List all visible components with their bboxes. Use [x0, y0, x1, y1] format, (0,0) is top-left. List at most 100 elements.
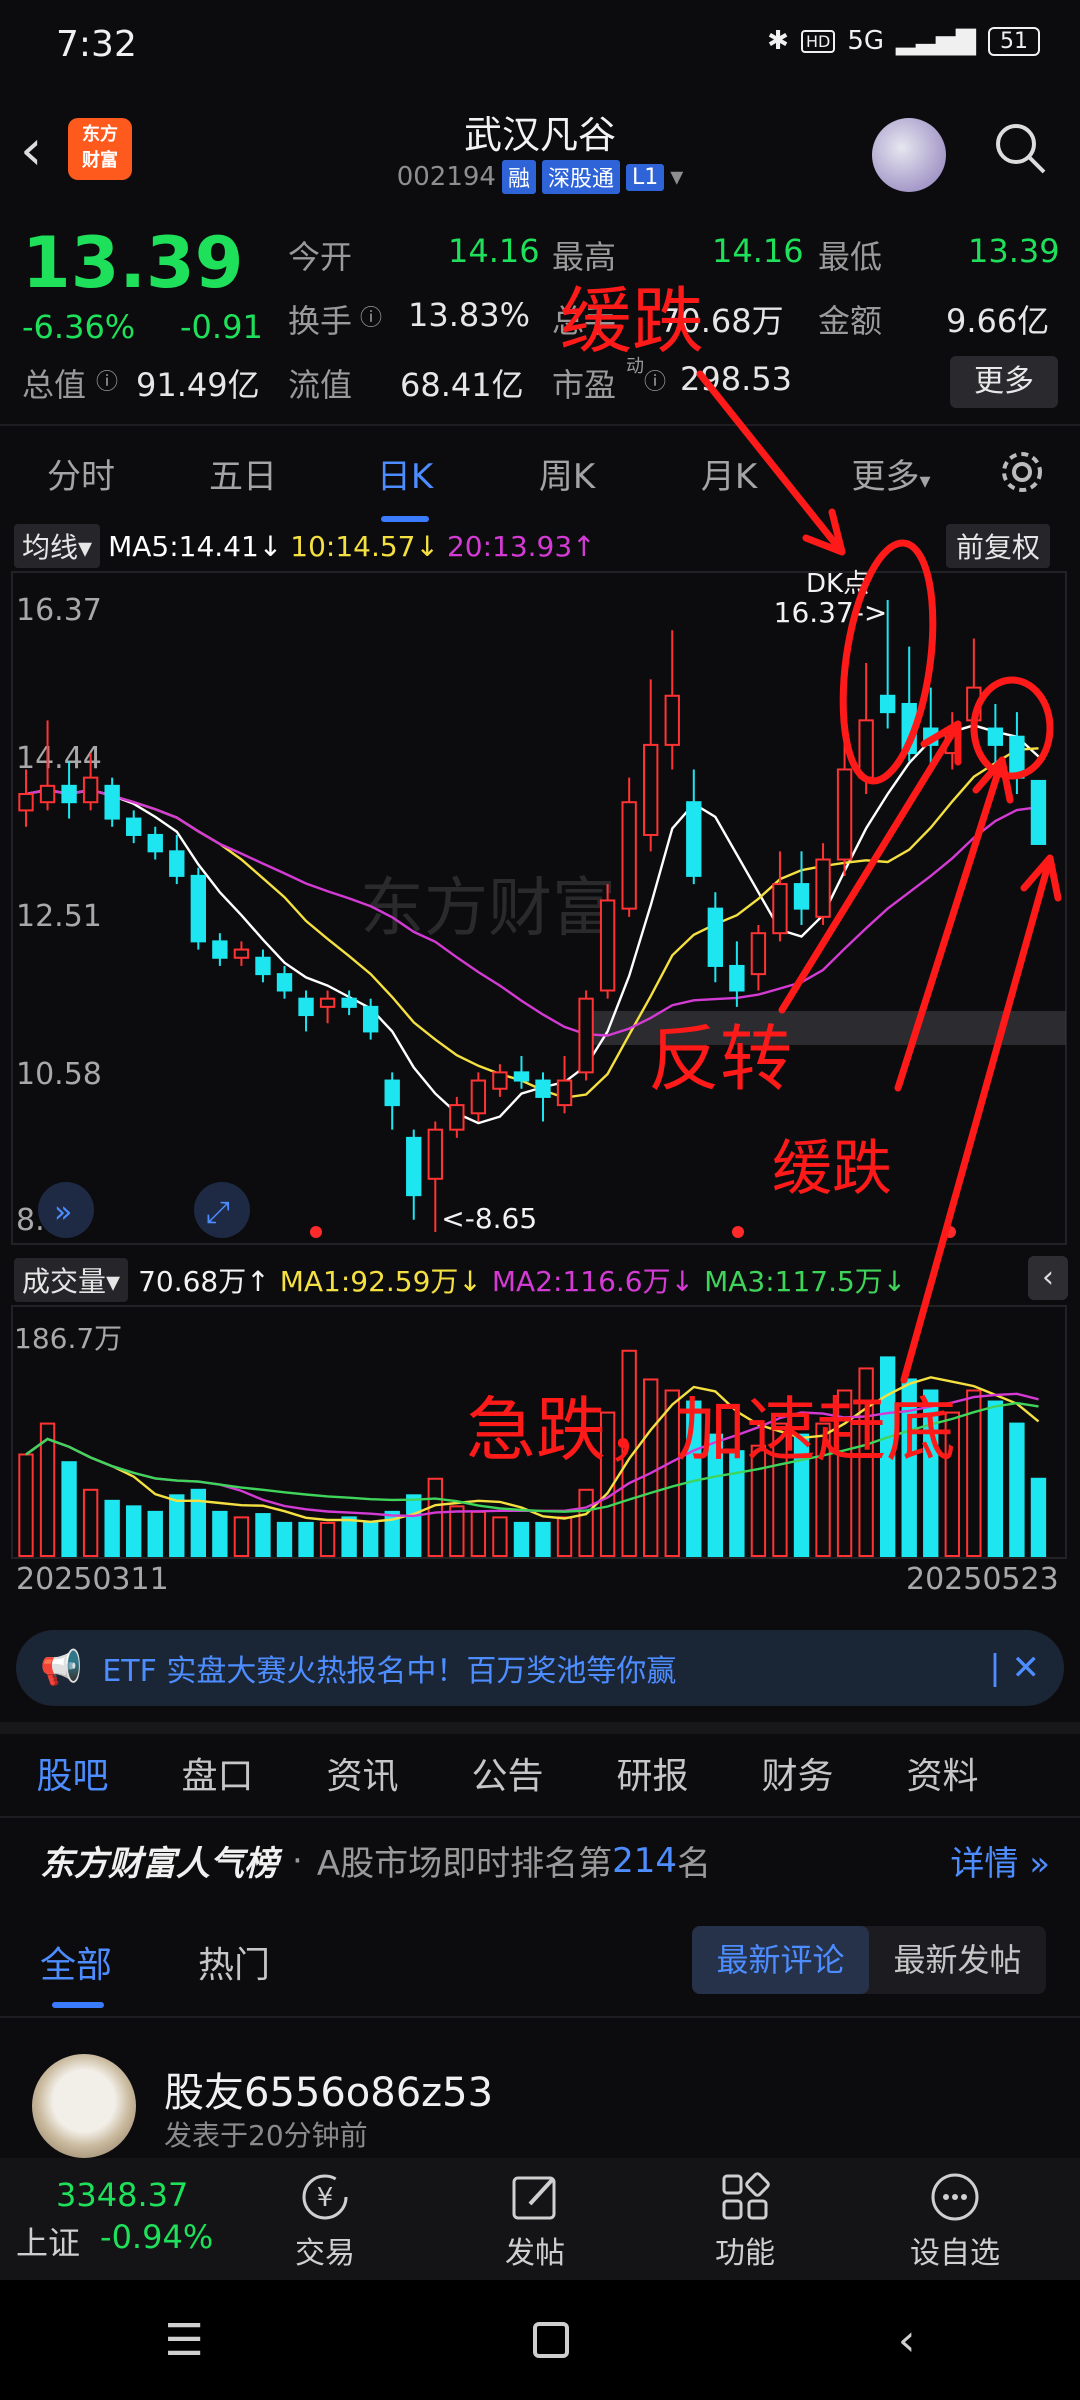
menu-icon[interactable]: ☰: [164, 2315, 203, 2366]
index-value: 3348.37: [56, 2176, 189, 2214]
double-chevron-icon: »: [54, 1195, 72, 1230]
signal-icon: ▂▃▅▇: [896, 26, 976, 56]
banner-text: ETF 实盘大赛火热报名中！百万奖池等你赢: [102, 1654, 677, 1689]
tab-profile[interactable]: 资料: [870, 1747, 1015, 1799]
more-dots-icon: [931, 2173, 979, 2221]
more-button[interactable]: 更多: [950, 356, 1058, 408]
info-icon: ⓘ: [96, 370, 119, 395]
filter-tab-all[interactable]: 全部: [40, 1936, 112, 2008]
promo-banner[interactable]: 📢 ETF 实盘大赛火热报名中！百万奖池等你赢 | ✕: [16, 1630, 1064, 1706]
candle-down: [879, 694, 896, 714]
candle-down: [793, 883, 810, 910]
functions-label: 功能: [715, 2236, 775, 2271]
y-tick-label: 10.58: [16, 1057, 102, 1092]
post-label: 发帖: [505, 2236, 565, 2271]
kline-chart[interactable]: 东方财富16.3714.4412.5110.588.6516.37-><-8.6…: [0, 568, 1080, 1248]
tab-monthly-k[interactable]: 月K: [648, 449, 810, 498]
volume-bar-down: [362, 1521, 379, 1558]
amount-label: 金额: [818, 302, 883, 340]
assistant-robot-icon[interactable]: [872, 118, 946, 192]
low-label: 最低: [818, 238, 883, 276]
candle-down: [169, 850, 185, 877]
candle-up: [664, 694, 680, 746]
volume-bar-up: [319, 1521, 336, 1558]
volume-bar-down: [1030, 1477, 1047, 1557]
signal-dot: [944, 1226, 956, 1238]
annotation-slow-fall: 缓跌: [560, 279, 705, 363]
indicator-selector[interactable]: 均线▾: [14, 524, 101, 568]
post-button[interactable]: 发帖: [430, 2158, 640, 2280]
tab-daily-k[interactable]: 日K: [324, 449, 486, 522]
candle-up: [772, 883, 788, 935]
volume-bar-down: [298, 1521, 314, 1558]
tab-research[interactable]: 研报: [580, 1747, 725, 1799]
candle-down: [987, 727, 1004, 746]
volume-bar-down: [255, 1513, 271, 1558]
rank-detail-label: 详情: [950, 1844, 1019, 1884]
float-label: 流值: [288, 366, 353, 404]
tab-intraday[interactable]: 分时: [0, 449, 162, 498]
tab-weekly-k[interactable]: 周K: [486, 449, 648, 498]
volume-bar-up: [966, 1389, 982, 1558]
volume-bar-down: [1009, 1422, 1025, 1557]
candle-down: [147, 833, 163, 853]
functions-button[interactable]: 功能: [640, 2158, 850, 2280]
volume-bar-down: [169, 1494, 185, 1557]
tab-forum[interactable]: 股吧: [0, 1747, 145, 1799]
candle-down: [212, 940, 228, 959]
volume-bar-up: [449, 1505, 465, 1557]
divider: [0, 424, 1080, 426]
volume-bar-down: [406, 1494, 422, 1557]
high-value: 14.16: [712, 232, 804, 270]
candle-down: [729, 964, 745, 992]
mktcap-value: 91.49亿: [136, 366, 260, 404]
tab-orderbook[interactable]: 盘口: [145, 1747, 290, 1799]
search-icon[interactable]: [992, 120, 1048, 176]
tab-more-label: 更多: [851, 456, 920, 497]
candle-down: [406, 1136, 422, 1197]
index-ticker[interactable]: 3348.37 上证 -0.94%: [0, 2158, 220, 2280]
turnover-label: 换手: [288, 302, 353, 340]
volume-axis-max: 186.7万: [14, 1322, 122, 1355]
back-icon[interactable]: ‹: [898, 2315, 916, 2366]
popularity-rank[interactable]: 东方财富人气榜 · A股市场即时排名第 214 名 详情 »: [40, 1836, 1050, 1885]
tab-financials[interactable]: 财务: [725, 1747, 870, 1799]
open-label: 今开: [288, 238, 353, 276]
tab-five-day[interactable]: 五日: [162, 449, 324, 498]
sort-latest-post[interactable]: 最新发帖: [869, 1926, 1046, 1994]
adjust-button[interactable]: 前复权: [946, 524, 1051, 568]
mktcap-label: 总值: [22, 366, 87, 404]
home-icon[interactable]: [532, 2322, 569, 2358]
tab-more[interactable]: 更多▾: [810, 449, 972, 498]
trade-label: 交易: [295, 2236, 355, 2271]
margin-tag: 融: [501, 160, 536, 194]
rank-detail-link[interactable]: 详情 »: [950, 1836, 1050, 1885]
candle-up: [18, 793, 34, 812]
dropdown-icon: ▾: [670, 162, 684, 192]
bottom-toolbar: 3348.37 上证 -0.94% ¥ 交易 发帖 功能 设自选: [0, 2158, 1080, 2280]
post-username[interactable]: 股友6556o86z53: [164, 2060, 493, 2118]
divider: [0, 1816, 1080, 1818]
watchlist-button[interactable]: 设自选: [850, 2158, 1060, 2280]
volume-selector[interactable]: 成交量▾: [14, 1258, 129, 1302]
gear-icon[interactable]: [996, 446, 1048, 498]
collapse-button[interactable]: ‹: [1028, 1256, 1068, 1300]
volume-bar-down: [212, 1510, 228, 1557]
candle-up: [492, 1071, 508, 1090]
candle-down: [104, 784, 120, 820]
sort-latest-comment[interactable]: 最新评论: [692, 1926, 869, 1994]
tab-news[interactable]: 资讯: [290, 1747, 435, 1799]
trade-button[interactable]: ¥ 交易: [220, 2158, 430, 2280]
y-tick-label: 12.51: [16, 899, 102, 934]
volume-selector-label: 成交量: [22, 1265, 107, 1298]
info-icon: ⓘ: [644, 370, 667, 395]
candle-down: [686, 801, 702, 877]
signal-dot: [310, 1226, 322, 1238]
close-icon[interactable]: | ✕: [989, 1648, 1040, 1688]
avatar[interactable]: [32, 2054, 136, 2158]
filter-tab-hot[interactable]: 热门: [198, 1936, 270, 1988]
tab-announcements[interactable]: 公告: [435, 1747, 580, 1799]
volume-bar-up: [233, 1516, 250, 1557]
low-value: 13.39: [968, 232, 1060, 270]
divider: [0, 2016, 1080, 2018]
